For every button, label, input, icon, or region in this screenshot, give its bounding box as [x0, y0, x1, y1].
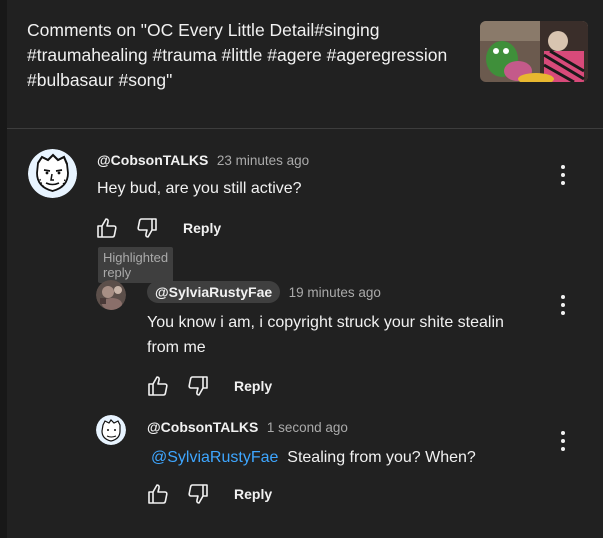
comment-text: You know i am, i copyright struck your s… — [147, 314, 504, 356]
timestamp[interactable]: 1 second ago — [267, 420, 348, 435]
comment-text-body: Stealing from you? When? — [287, 449, 476, 466]
comment-text: Hey bud, are you still active? — [97, 180, 302, 197]
highlighted-reply-badge: Highlighted reply — [98, 247, 174, 283]
reply-button[interactable]: Reply — [234, 378, 272, 394]
header-divider — [7, 128, 603, 129]
comment-actions: Reply — [144, 480, 272, 508]
comment-header: @SylviaRustyFae 19 minutes ago — [147, 281, 381, 303]
comment-header: @CobsonTALKS 23 minutes ago — [97, 152, 309, 170]
thumbs-down-icon[interactable] — [184, 372, 212, 400]
timestamp[interactable]: 23 minutes ago — [217, 153, 309, 168]
reply-button[interactable]: Reply — [183, 220, 221, 236]
avatar[interactable] — [28, 149, 77, 198]
comment-text: @SylviaRustyFae Stealing from you? When? — [151, 445, 531, 470]
more-vert-icon[interactable] — [553, 429, 573, 453]
thumbs-down-icon[interactable] — [133, 214, 161, 242]
author-name[interactable]: @CobsonTALKS — [97, 152, 208, 168]
author-chip[interactable]: @SylviaRustyFae — [147, 281, 281, 303]
thumbs-up-icon[interactable] — [144, 372, 172, 400]
author-name[interactable]: @CobsonTALKS — [147, 419, 258, 435]
comments-panel: Comments on "OC Every Little Detail#sing… — [7, 0, 603, 538]
more-vert-icon[interactable] — [553, 293, 573, 317]
comment-actions: Reply — [144, 372, 272, 400]
comment-actions: Reply — [93, 214, 221, 242]
thumbs-up-icon[interactable] — [93, 214, 121, 242]
mention-link[interactable]: @SylviaRustyFae — [151, 449, 278, 466]
video-thumbnail[interactable] — [480, 21, 588, 82]
timestamp[interactable]: 19 minutes ago — [289, 285, 381, 300]
avatar[interactable] — [96, 415, 126, 445]
more-vert-icon[interactable] — [553, 163, 573, 187]
panel-title: Comments on "OC Every Little Detail#sing… — [27, 20, 448, 90]
reply-button[interactable]: Reply — [234, 486, 272, 502]
panel-header: Comments on "OC Every Little Detail#sing… — [27, 18, 467, 93]
avatar[interactable] — [96, 280, 126, 310]
comment-header: @CobsonTALKS 1 second ago — [147, 419, 348, 437]
thumbs-down-icon[interactable] — [184, 480, 212, 508]
thumbs-up-icon[interactable] — [144, 480, 172, 508]
